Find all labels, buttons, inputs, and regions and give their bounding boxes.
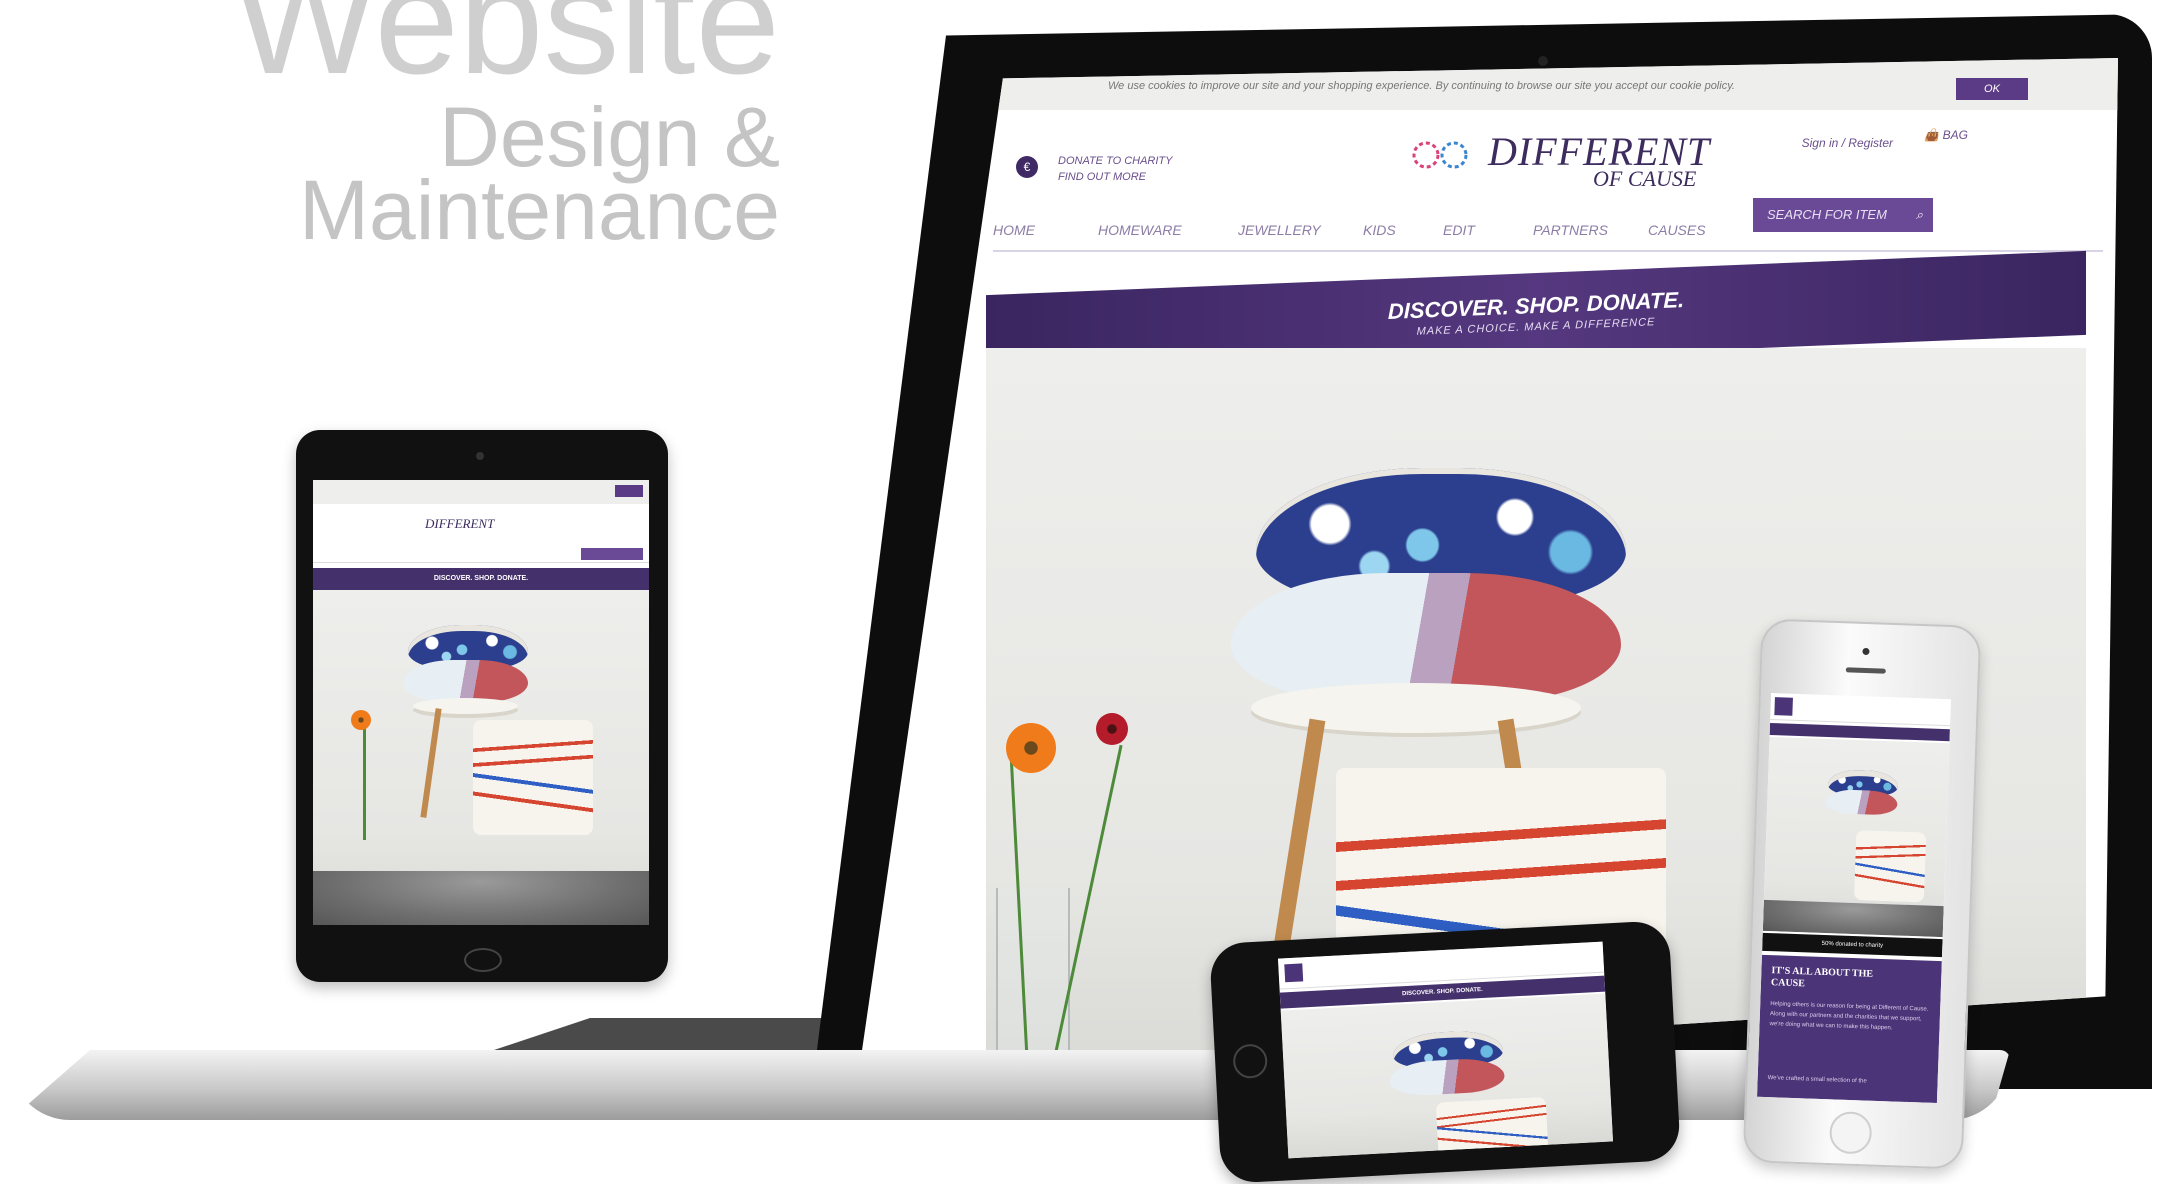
- tablet-camera: [476, 452, 484, 460]
- logo-rings-icon: [1412, 141, 1468, 169]
- hamburger-menu-icon[interactable]: [1284, 963, 1304, 983]
- sign-in-link[interactable]: Sign in / Register: [1802, 136, 1893, 150]
- cookie-notice: We use cookies to improve our site and y…: [1108, 80, 1735, 92]
- tablet-hero-image: [313, 590, 649, 925]
- logo-subtext: OF CAUSE: [1593, 166, 1697, 191]
- phone-speaker: [1845, 667, 1886, 674]
- search-placeholder: SEARCH FOR ITEM: [1767, 207, 1887, 222]
- search-icon[interactable]: ⌕: [1916, 198, 1923, 232]
- donate-link[interactable]: DONATE TO CHARITY FIND OUT MORE: [1058, 153, 1173, 185]
- front-pillow: [473, 720, 593, 835]
- search-input[interactable]: SEARCH FOR ITEM ⌕: [1753, 198, 1933, 232]
- laptop-base: [10, 1050, 2010, 1120]
- tablet-cookie-ok-button[interactable]: [615, 485, 643, 497]
- tablet-banner: DISCOVER. SHOP. DONATE.: [313, 568, 649, 590]
- mobile-header: [1770, 692, 1951, 727]
- nav-jewellery[interactable]: JEWELLERY: [1238, 222, 1321, 238]
- rug: [313, 871, 649, 925]
- bag-icon: 👜: [1924, 128, 1940, 142]
- cookie-ok-button[interactable]: OK: [1956, 78, 2028, 100]
- heading-maintenance: Maintenance: [299, 163, 780, 257]
- cause-title: IT'S ALL ABOUT THE CAUSE: [1770, 965, 1874, 990]
- mobile-hero-image: [1762, 736, 1950, 938]
- flower-stem: [363, 720, 366, 840]
- stool-seat: [413, 698, 518, 714]
- donation-strip: 50% donated to charity: [1762, 932, 1943, 958]
- stool-seat: [1251, 683, 1581, 733]
- orange-flower: [1006, 723, 1056, 773]
- nav-homeware[interactable]: HOMEWARE: [1098, 222, 1182, 238]
- donate-line2: FIND OUT MORE: [1058, 171, 1146, 183]
- bag-label: BAG: [1942, 128, 1968, 142]
- donate-line1: DONATE TO CHARITY: [1058, 155, 1173, 167]
- bag-link[interactable]: 👜 BAG: [1924, 128, 1968, 142]
- mobile-hero-image: [1280, 993, 1614, 1159]
- orange-flower: [351, 710, 371, 730]
- phone-portrait-screen: 50% donated to charity IT'S ALL ABOUT TH…: [1757, 692, 1951, 1104]
- phone-home-button[interactable]: [1828, 1111, 1873, 1155]
- phone-home-button[interactable]: [1232, 1043, 1269, 1080]
- red-flower: [1096, 713, 1128, 745]
- nav-causes[interactable]: CAUSES: [1648, 222, 1706, 238]
- nav-edit[interactable]: EDIT: [1443, 222, 1475, 238]
- stool-leg: [420, 708, 442, 818]
- front-pillow: [1853, 830, 1927, 903]
- tablet-cookie-bar: [313, 480, 649, 504]
- nav-partners[interactable]: PARTNERS: [1533, 222, 1608, 238]
- tablet-home-button[interactable]: [464, 948, 502, 972]
- cause-more: We've crafted a small selection of the: [1767, 1075, 1867, 1085]
- tablet-screen: DIFFERENT DISCOVER. SHOP. DONATE.: [313, 480, 649, 925]
- cause-body: Helping others is our reason for being a…: [1769, 1001, 1929, 1032]
- tablet-logo[interactable]: DIFFERENT: [425, 516, 494, 532]
- phone-landscape-screen: DISCOVER. SHOP. DONATE.: [1277, 941, 1614, 1159]
- rug: [1762, 899, 1944, 938]
- hamburger-menu-icon[interactable]: [1774, 697, 1793, 716]
- nav-kids[interactable]: KIDS: [1363, 222, 1396, 238]
- donate-badge-icon[interactable]: €: [1016, 156, 1038, 178]
- laptop-camera: [1538, 56, 1548, 66]
- main-nav: HOME HOMEWARE JEWELLERY KIDS EDIT PARTNE…: [993, 210, 2103, 252]
- heading-website: Website: [233, 0, 780, 106]
- nav-home[interactable]: HOME: [993, 222, 1035, 238]
- tablet-search-input[interactable]: [581, 548, 643, 560]
- striped-pillow: [403, 660, 528, 702]
- cause-panel: IT'S ALL ABOUT THE CAUSE Helping others …: [1757, 954, 1942, 1104]
- phone-camera: [1862, 647, 1870, 656]
